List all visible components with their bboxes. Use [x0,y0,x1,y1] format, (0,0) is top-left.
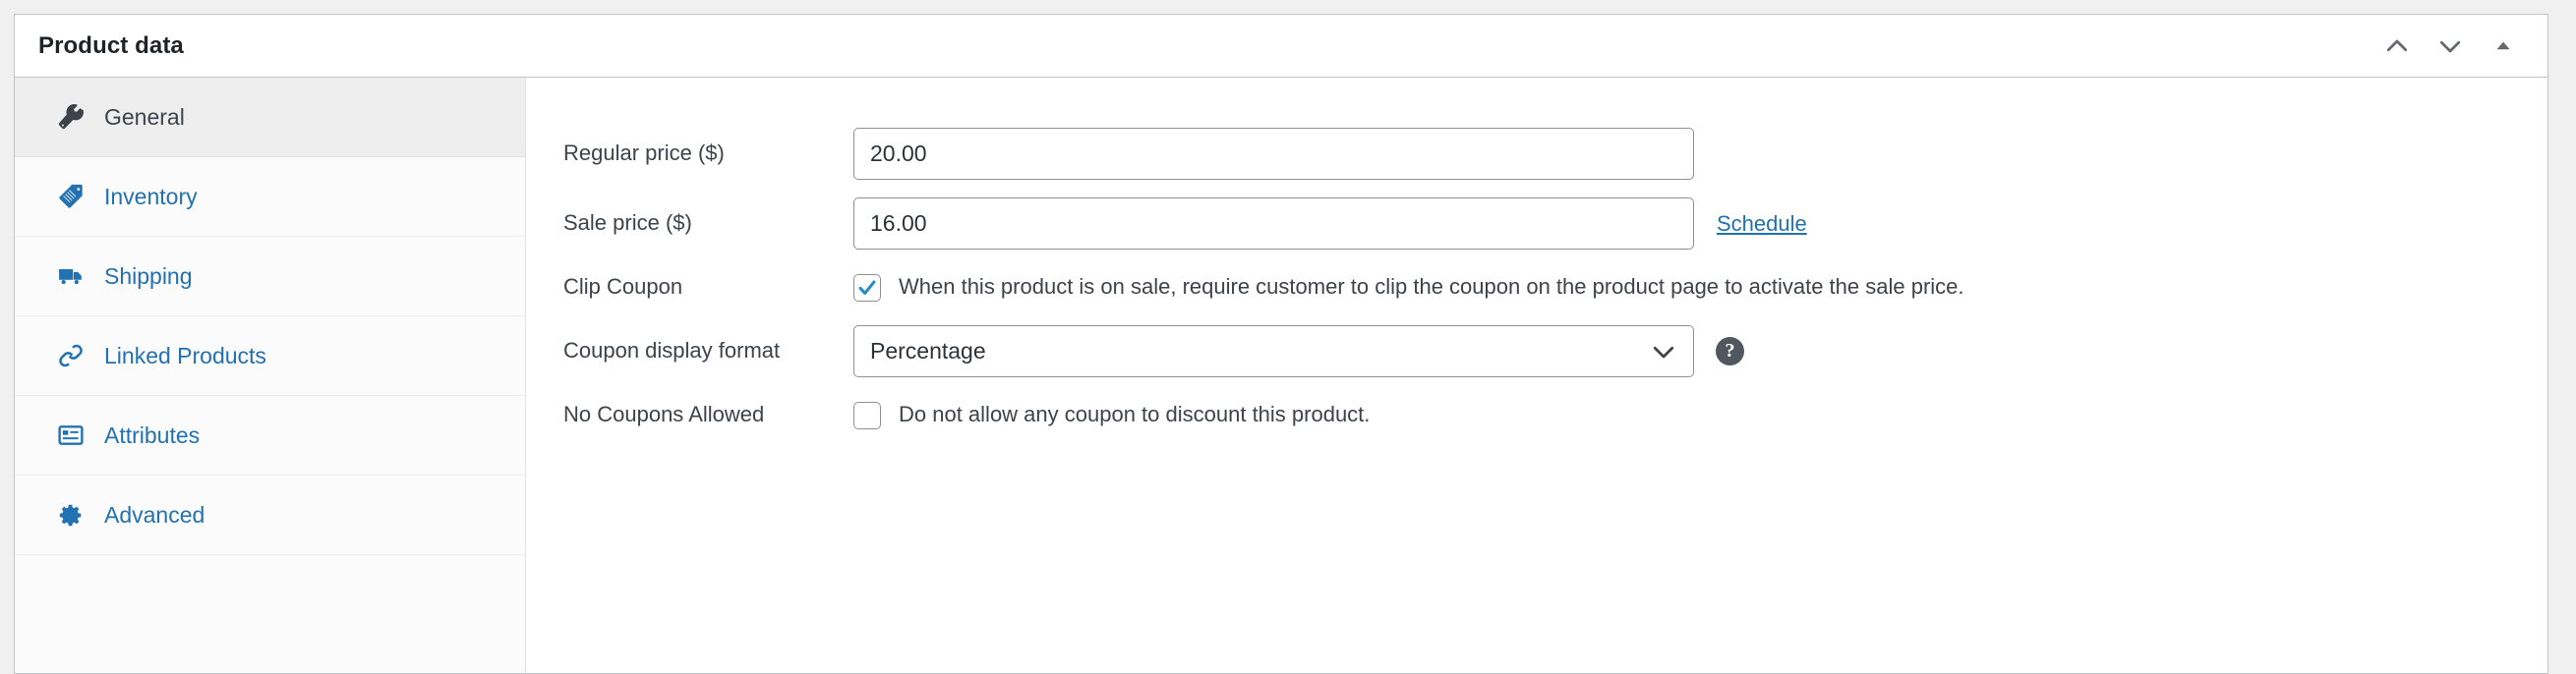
sidebar-item-label: Inventory [104,183,198,209]
toggle-panel-button[interactable] [2477,20,2530,73]
clip-coupon-checkbox[interactable] [853,273,881,302]
product-data-tabs: General Inventory Shipping Linked Produc… [15,78,526,673]
panel-header: Product data [15,15,2547,78]
sidebar-item-label: General [104,103,185,130]
clip-coupon-label: Clip Coupon [563,274,683,300]
sidebar-item-linked-products[interactable]: Linked Products [15,316,525,396]
no-coupons-allowed-description: Do not allow any coupon to discount this… [899,402,1371,427]
panel-handle-actions [2371,15,2530,77]
tag-icon [56,182,86,211]
sidebar-item-label: Advanced [104,501,205,528]
sidebar-item-shipping[interactable]: Shipping [15,237,525,316]
clip-coupon-field-wrap: When this product is on sale, require cu… [853,273,1964,302]
sidebar-item-label: Attributes [104,421,201,448]
truck-icon [56,261,86,291]
form-row-regular-price: Regular price ($) [526,119,2547,189]
product-data-panel: Product data General Inventory Shipping … [14,14,2548,674]
form-row-sale-price: Sale price ($) Schedule [526,189,2547,258]
no-coupons-allowed-field-wrap: Do not allow any coupon to discount this… [853,401,1370,429]
sidebar-item-label: Linked Products [104,342,266,368]
chevron-down-icon [2435,31,2465,61]
coupon-display-format-field-wrap: Percentage ? [853,325,1744,377]
sale-price-label: Sale price ($) [563,210,692,236]
form-row-clip-coupon: Clip Coupon When this product is on sale… [526,258,2547,316]
tabs-filler [15,555,525,673]
sidebar-item-general[interactable]: General [15,78,525,157]
coupon-display-format-select-wrap: Percentage [853,325,1694,377]
regular-price-label: Regular price ($) [563,140,725,166]
sidebar-item-inventory[interactable]: Inventory [15,157,525,237]
triangle-up-icon [2492,35,2514,57]
link-icon [56,341,86,370]
wrench-icon [56,102,86,132]
sidebar-item-label: Shipping [104,262,193,289]
sale-price-field-wrap: Schedule [853,197,1807,250]
no-coupons-allowed-checkbox[interactable] [853,401,881,429]
panel-body: General Inventory Shipping Linked Produc… [15,78,2547,673]
clip-coupon-description: When this product is on sale, require cu… [899,274,1964,300]
gear-icon [56,500,86,530]
page-title: Product data [38,32,184,59]
no-coupons-allowed-label: No Coupons Allowed [563,402,765,427]
help-icon[interactable]: ? [1716,337,1744,365]
schedule-link[interactable]: Schedule [1717,211,1807,237]
form-row-coupon-display-format: Coupon display format Percentage ? [526,316,2547,386]
sidebar-item-attributes[interactable]: Attributes [15,396,525,476]
sale-price-input[interactable] [853,197,1694,250]
general-panel-content: Regular price ($) Sale price ($) Schedul… [526,78,2547,673]
chevron-up-icon [2382,31,2412,61]
regular-price-input[interactable] [853,128,1694,180]
form-row-no-coupons-allowed: No Coupons Allowed Do not allow any coup… [526,386,2547,444]
sidebar-item-advanced[interactable]: Advanced [15,476,525,555]
coupon-display-format-select[interactable]: Percentage [853,325,1694,377]
move-up-button[interactable] [2371,20,2424,73]
regular-price-field-wrap [853,128,1694,180]
list-icon [56,421,86,450]
move-down-button[interactable] [2424,20,2477,73]
coupon-display-format-label: Coupon display format [563,338,781,364]
